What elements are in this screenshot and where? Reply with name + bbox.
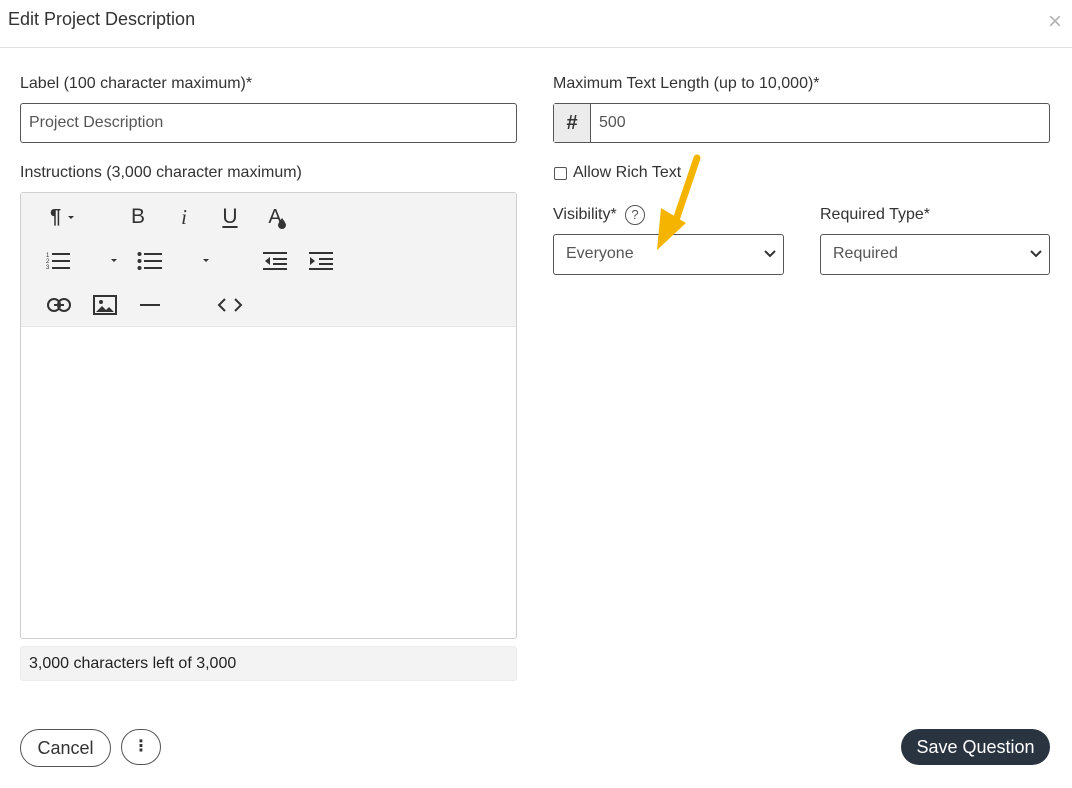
ordered-list-dropdown-icon[interactable]: [107, 247, 121, 275]
required-type-selected-value: Required: [833, 245, 898, 262]
max-length-input[interactable]: [554, 104, 1049, 142]
code-view-icon[interactable]: [216, 291, 244, 319]
chevron-down-icon: [764, 250, 776, 258]
dialog-title: Edit Project Description: [8, 9, 196, 29]
label-input[interactable]: [21, 104, 516, 142]
character-counter: 3,000 characters left of 3,000: [20, 646, 517, 681]
underline-icon[interactable]: U: [216, 203, 244, 231]
bold-glyph: B: [130, 205, 145, 228]
unordered-list-icon[interactable]: [136, 247, 164, 275]
close-icon[interactable]: ×: [1048, 9, 1062, 35]
horizontal-rule-icon[interactable]: [136, 291, 164, 319]
cancel-button[interactable]: Cancel: [20, 729, 111, 767]
image-icon[interactable]: [91, 291, 119, 319]
hash-prefix-icon: #: [554, 104, 591, 142]
link-icon[interactable]: [45, 291, 73, 319]
dialog-header: Edit Project Description ×: [0, 0, 1072, 48]
paragraph-icon[interactable]: ¶: [43, 203, 83, 231]
outdent-icon[interactable]: [261, 247, 289, 275]
italic-glyph: i: [181, 204, 187, 229]
allow-rich-text-checkbox[interactable]: [554, 167, 567, 180]
text-color-icon[interactable]: A: [261, 203, 289, 231]
svg-text:3: 3: [46, 265, 50, 271]
editor-content-area[interactable]: [21, 327, 516, 638]
paragraph-glyph: ¶: [49, 205, 62, 228]
required-type-label: Required Type*: [820, 206, 930, 223]
editor-toolbar: ¶ B i U A 123: [21, 193, 516, 327]
required-type-select[interactable]: Required: [820, 234, 1050, 275]
instructions-label: Instructions (3,000 character maximum): [20, 164, 302, 181]
more-options-icon[interactable]: ⋮: [121, 729, 161, 765]
underline-glyph: U: [222, 205, 238, 228]
save-question-button[interactable]: Save Question: [901, 729, 1050, 765]
italic-icon[interactable]: i: [170, 203, 198, 231]
max-length-label: Maximum Text Length (up to 10,000)*: [553, 75, 820, 92]
rich-text-editor: ¶ B i U A 123: [20, 192, 517, 639]
max-length-input-wrapper: #: [553, 103, 1050, 143]
label-field-label: Label (100 character maximum)*: [20, 75, 253, 92]
indent-icon[interactable]: [307, 247, 335, 275]
ordered-list-icon[interactable]: 123: [45, 247, 73, 275]
unordered-list-dropdown-icon[interactable]: [199, 247, 213, 275]
bold-icon[interactable]: B: [124, 203, 152, 231]
visibility-selected-value: Everyone: [566, 245, 634, 262]
annotation-arrow-icon: [657, 154, 701, 250]
label-input-wrapper: [20, 103, 517, 143]
chevron-down-icon: [1030, 250, 1042, 258]
visibility-label: Visibility*: [553, 206, 617, 223]
